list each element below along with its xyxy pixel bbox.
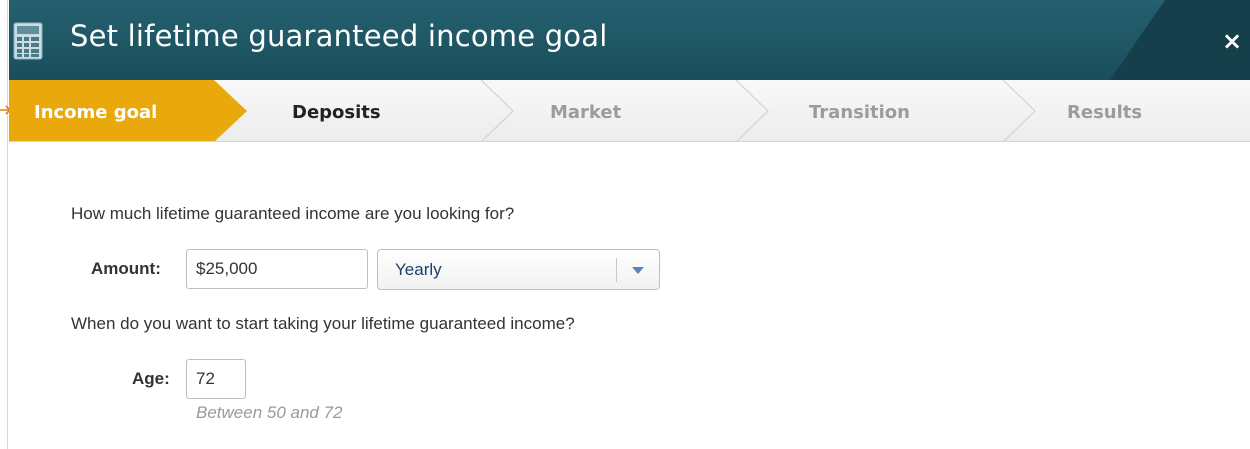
calculator-icon xyxy=(13,22,43,60)
wizard-steps: Income goal Deposits Market Transition R… xyxy=(9,80,1250,142)
frequency-select[interactable]: Yearly xyxy=(377,249,660,290)
step-income-goal[interactable]: Income goal xyxy=(34,102,157,123)
step-results[interactable]: Results xyxy=(1067,102,1142,123)
close-button[interactable]: × xyxy=(1222,28,1242,54)
step-deposits[interactable]: Deposits xyxy=(292,102,381,123)
age-range-hint: Between 50 and 72 xyxy=(196,403,343,422)
dialog-title: Set lifetime guaranteed income goal xyxy=(70,19,608,53)
age-label: Age: xyxy=(132,369,170,388)
chevron-down-icon xyxy=(632,267,644,274)
amount-input[interactable] xyxy=(186,249,368,289)
step-separator-icon xyxy=(480,80,514,141)
select-divider xyxy=(616,258,617,282)
age-input[interactable] xyxy=(186,359,246,399)
window-left-edge xyxy=(0,0,8,449)
step-market[interactable]: Market xyxy=(550,102,621,123)
amount-label: Amount: xyxy=(91,259,161,278)
step-transition[interactable]: Transition xyxy=(809,102,910,123)
income-question: How much lifetime guaranteed income are … xyxy=(71,204,515,223)
age-question: When do you want to start taking your li… xyxy=(71,314,575,333)
frequency-selected-value: Yearly xyxy=(395,260,442,279)
step-separator-icon xyxy=(1002,80,1036,141)
step-separator-icon xyxy=(735,80,769,141)
dialog-titlebar: Set lifetime guaranteed income goal × xyxy=(9,0,1250,80)
